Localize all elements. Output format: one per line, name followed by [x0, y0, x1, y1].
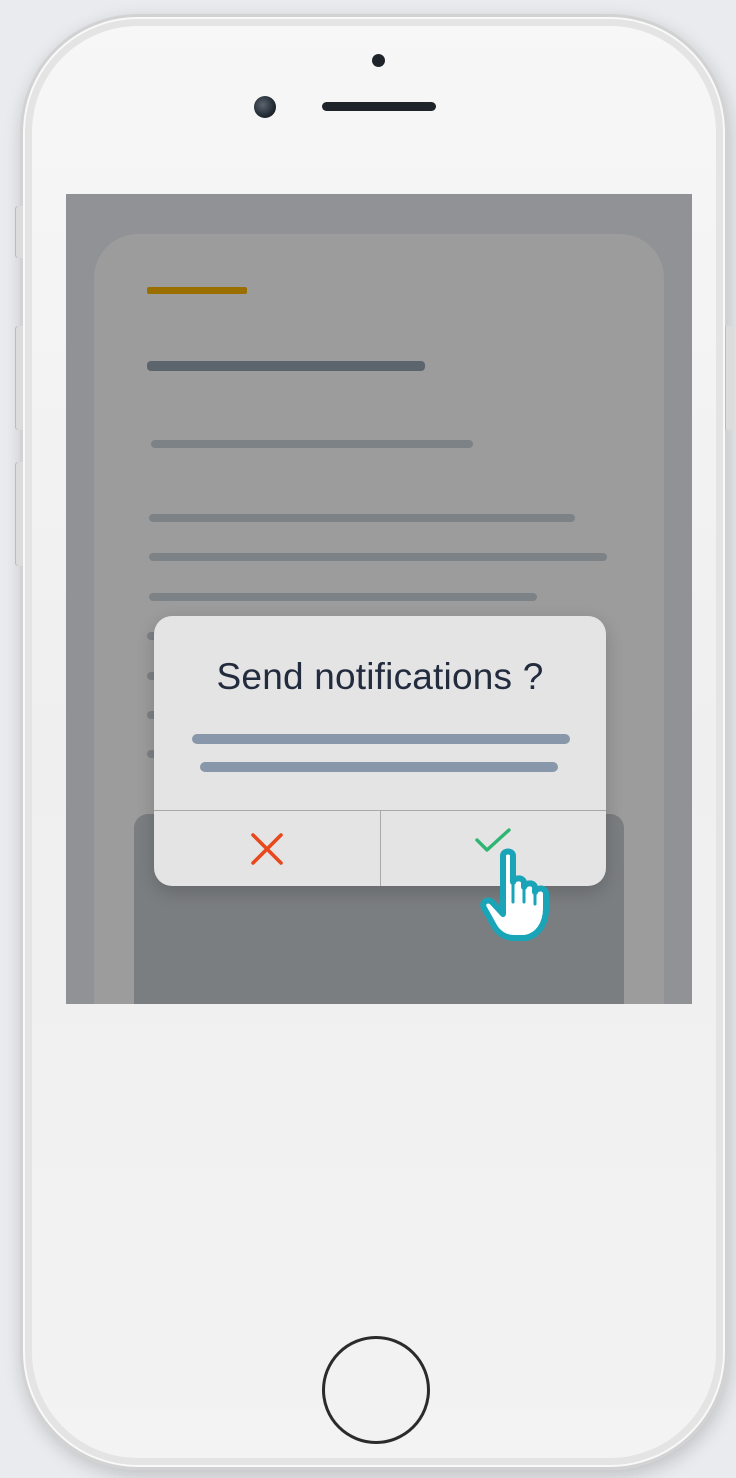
- dialog-text-placeholder: [192, 734, 570, 744]
- silent-switch: [15, 206, 23, 258]
- dialog-text-placeholder: [200, 762, 558, 772]
- cancel-button[interactable]: [154, 811, 381, 886]
- heading-placeholder: [147, 361, 425, 371]
- accent-rule: [147, 287, 247, 294]
- close-icon: [250, 833, 283, 865]
- volume-up-button: [15, 326, 23, 430]
- proximity-sensor: [372, 54, 385, 67]
- pointing-hand-icon: [480, 848, 549, 941]
- text-line-placeholder: [149, 514, 575, 522]
- front-camera: [254, 96, 276, 118]
- power-button: [725, 326, 733, 430]
- subtitle-placeholder: [151, 440, 473, 448]
- dialog-title: Send notifications ?: [216, 656, 544, 697]
- volume-down-button: [15, 462, 23, 566]
- earpiece-speaker: [322, 102, 436, 111]
- text-line-placeholder: [149, 593, 537, 601]
- home-button[interactable]: [322, 1336, 430, 1444]
- text-line-placeholder: [149, 553, 607, 561]
